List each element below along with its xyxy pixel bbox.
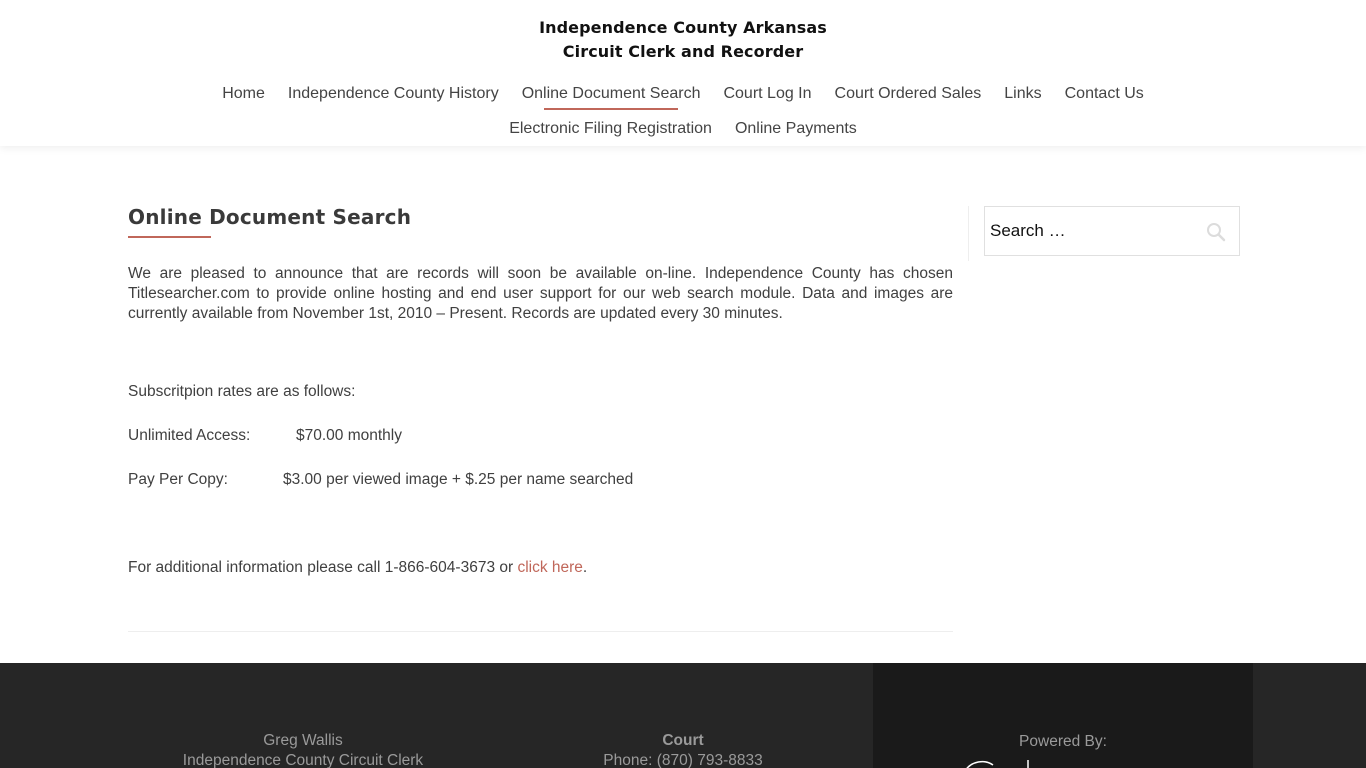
- sidebar-divider: [968, 206, 969, 261]
- footer-powered-by: Powered By:: [1019, 733, 1107, 750]
- powered-by-logo-icon[interactable]: [963, 757, 1043, 768]
- footer-court-heading: Court: [662, 732, 704, 749]
- nav-independence-county-history[interactable]: Independence County History: [288, 84, 499, 104]
- rates-heading: Subscritpion rates are as follows:: [128, 383, 356, 400]
- page-title: Online Document Search: [128, 205, 412, 229]
- info-text: For additional information please call 1…: [128, 559, 518, 576]
- footer-court-phone: Phone: (870) 793-8833: [603, 752, 763, 768]
- rate-unlimited-value: $70.00 monthly: [296, 427, 402, 444]
- intro-paragraph: We are pleased to announce that are reco…: [128, 265, 953, 322]
- search-icon[interactable]: [1205, 221, 1227, 243]
- primary-nav-row2: Electronic Filing Registration Online Pa…: [0, 119, 1366, 139]
- info-suffix: .: [582, 559, 588, 576]
- footer-clerk-info: Greg Wallis Independence County Circuit …: [103, 731, 503, 768]
- main-content: Online Document Search We are pleased to…: [128, 195, 953, 632]
- rate-per-copy-value: $3.00 per viewed image + $.25 per name s…: [283, 471, 634, 488]
- site-title-line1[interactable]: Independence County Arkansas: [0, 16, 1366, 40]
- footer-clerk-title: Independence County Circuit Clerk: [182, 752, 424, 768]
- site-title[interactable]: Independence County Arkansas Circuit Cle…: [0, 16, 1366, 64]
- nav-electronic-filing-registration[interactable]: Electronic Filing Registration: [509, 119, 712, 139]
- rate-unlimited: Unlimited Access: $70.00 monthly: [128, 426, 402, 446]
- content-divider: [128, 631, 953, 632]
- site-header: Independence County Arkansas Circuit Cle…: [0, 0, 1366, 146]
- footer-court-info: Court Phone: (870) 793-8833: [483, 731, 883, 768]
- nav-home[interactable]: Home: [222, 84, 265, 104]
- click-here-link[interactable]: click here: [517, 559, 582, 576]
- nav-links[interactable]: Links: [1004, 84, 1041, 104]
- search-input[interactable]: [990, 220, 1190, 242]
- primary-nav-row1: Home Independence County History Online …: [0, 84, 1366, 110]
- search-form: [984, 206, 1240, 256]
- site-title-line2[interactable]: Circuit Clerk and Recorder: [0, 40, 1366, 64]
- nav-online-payments[interactable]: Online Payments: [735, 119, 857, 139]
- footer-powered-by-panel: Powered By:: [873, 663, 1253, 768]
- site-footer: Greg Wallis Independence County Circuit …: [0, 663, 1366, 768]
- nav-online-document-search[interactable]: Online Document Search: [522, 84, 700, 110]
- nav-contact-us[interactable]: Contact Us: [1065, 84, 1144, 104]
- info-paragraph: For additional information please call 1…: [128, 558, 587, 578]
- rate-unlimited-label: Unlimited Access:: [128, 427, 251, 444]
- nav-court-ordered-sales[interactable]: Court Ordered Sales: [835, 84, 982, 104]
- rate-per-copy-label: Pay Per Copy:: [128, 471, 228, 488]
- rate-per-copy: Pay Per Copy: $3.00 per viewed image + $.…: [128, 470, 633, 490]
- nav-court-log-in[interactable]: Court Log In: [723, 84, 811, 104]
- footer-clerk-name: Greg Wallis: [263, 732, 343, 749]
